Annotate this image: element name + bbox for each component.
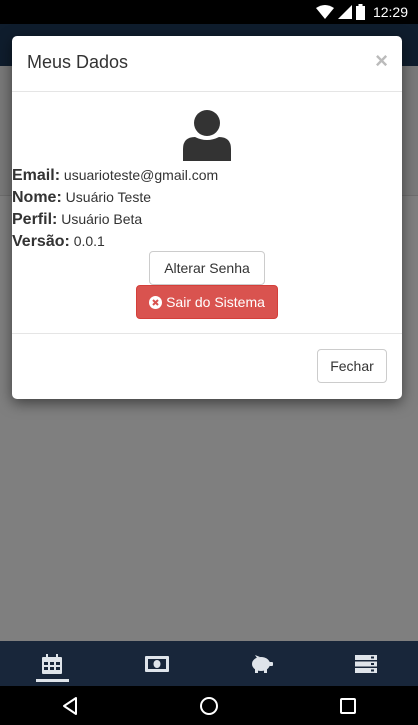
bottom-nav	[0, 641, 418, 686]
info-value: Usuário Beta	[61, 211, 143, 227]
status-bar: 12:29	[0, 0, 418, 24]
info-label: Perfil:	[12, 211, 58, 228]
info-label: Email:	[12, 167, 61, 184]
user-icon	[183, 110, 231, 161]
nav-tab-calendar[interactable]	[0, 641, 105, 686]
info-label: Nome:	[12, 189, 62, 206]
server-icon	[354, 654, 377, 673]
cell-signal-icon	[337, 5, 352, 19]
nav-tab-server[interactable]	[314, 641, 418, 686]
change-password-button[interactable]: Alterar Senha	[149, 251, 265, 285]
modal-footer: Fechar	[12, 334, 402, 398]
modal-title: Meus Dados	[27, 52, 129, 72]
battery-icon	[355, 4, 365, 20]
info-version: Versão: 0.0.1	[12, 230, 402, 252]
status-icons: 12:29	[315, 3, 408, 21]
my-data-modal: Meus Dados × Email: usuarioteste@gmail.c…	[12, 36, 402, 399]
info-label: Versão:	[12, 233, 70, 250]
money-icon	[144, 655, 169, 672]
info-value: Usuário Teste	[65, 189, 152, 205]
info-name: Nome: Usuário Teste	[12, 186, 402, 208]
android-nav	[0, 686, 418, 725]
nav-tab-money[interactable]	[105, 641, 210, 686]
status-time: 12:29	[372, 4, 408, 20]
home-icon[interactable]	[199, 696, 219, 716]
logout-button[interactable]: Sair do Sistema	[136, 285, 278, 319]
info-value: 0.0.1	[73, 233, 105, 249]
piggy-bank-icon	[252, 654, 274, 673]
info-email: Email: usuarioteste@gmail.com	[12, 164, 402, 186]
user-info: Email: usuarioteste@gmail.com Nome: Usuá…	[12, 164, 402, 252]
wifi-icon	[315, 5, 334, 19]
calendar-icon	[42, 653, 63, 674]
nav-tab-savings[interactable]	[209, 641, 314, 686]
times-circle-icon	[149, 295, 163, 309]
back-icon[interactable]	[60, 696, 80, 716]
modal-header: Meus Dados ×	[12, 36, 402, 92]
close-icon[interactable]: ×	[375, 48, 388, 74]
logout-label: Sair do Sistema	[166, 294, 265, 310]
recents-icon[interactable]	[338, 696, 358, 716]
info-value: usuarioteste@gmail.com	[63, 167, 219, 183]
info-profile: Perfil: Usuário Beta	[12, 208, 402, 230]
close-button[interactable]: Fechar	[317, 349, 387, 383]
